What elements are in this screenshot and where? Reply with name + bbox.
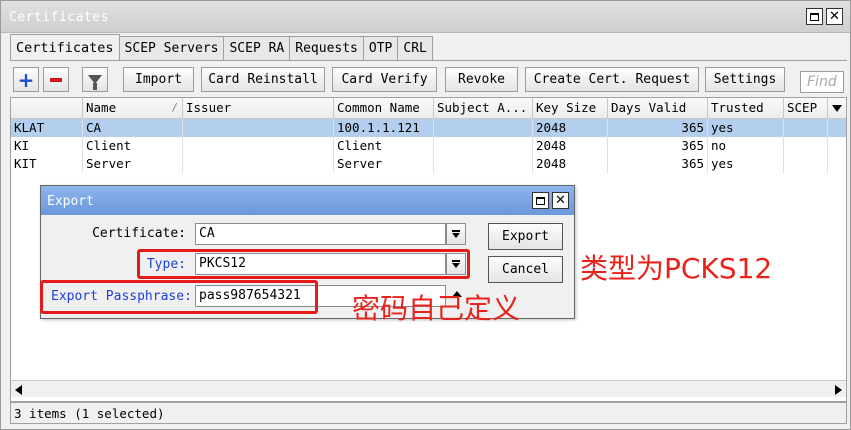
table-row[interactable]: KLAT CA 100.1.1.121 2048 365 yes [11, 119, 846, 137]
dialog-maximize-button[interactable] [532, 192, 549, 209]
cell-days-valid: 365 [608, 119, 708, 137]
tab-otp[interactable]: OTP [362, 36, 399, 60]
scroll-right-icon[interactable] [835, 385, 842, 395]
close-button[interactable]: ✕ [826, 8, 843, 25]
cell-scep [784, 155, 828, 173]
certificate-select[interactable]: CA [195, 223, 446, 245]
cell-scep [784, 137, 828, 155]
column-name-label: Name [86, 100, 117, 115]
dropdown-bar-icon [452, 260, 460, 262]
find-input[interactable]: Find [800, 71, 844, 93]
maximize-button[interactable] [806, 8, 823, 25]
table-header: Name / Issuer Common Name Subject A... Ke… [11, 98, 846, 119]
cell-name: Server [83, 155, 183, 173]
status-bar: 3 items (1 selected) [10, 402, 847, 424]
status-text: 3 items (1 selected) [14, 406, 165, 421]
cell-days-valid: 365 [608, 137, 708, 155]
cell-scep [784, 119, 828, 137]
chevron-down-icon [452, 263, 460, 268]
column-name[interactable]: Name / [83, 98, 183, 119]
cell-key-size: 2048 [533, 119, 608, 137]
window-titlebar[interactable]: Certificates ✕ [1, 1, 850, 33]
tab-bar: Certificates SCEP Servers SCEP RA Reques… [10, 34, 433, 60]
column-days-valid[interactable]: Days Valid [608, 98, 708, 119]
tab-scep-ra[interactable]: SCEP RA [223, 36, 291, 60]
dialog-title: Export [47, 194, 94, 209]
cell-trusted: yes [708, 155, 784, 173]
create-cert-request-button[interactable]: Create Cert. Request [525, 67, 699, 92]
column-menu-button[interactable] [828, 98, 846, 119]
toolbar: + Import Card Reinstall Card Verify Revo… [10, 64, 847, 94]
card-verify-button[interactable]: Card Verify [332, 67, 437, 92]
column-subject-alt[interactable]: Subject A... [434, 98, 533, 119]
table-row[interactable]: KI Client Client 2048 365 no [11, 137, 846, 155]
close-icon: ✕ [555, 193, 566, 208]
filter-button[interactable] [82, 67, 108, 92]
dropdown-bar-icon [452, 230, 460, 232]
column-issuer[interactable]: Issuer [183, 98, 334, 119]
maximize-icon [810, 12, 819, 21]
plus-icon: + [17, 67, 35, 92]
type-annotation: 类型为PCKS12 [580, 252, 773, 285]
add-button[interactable]: + [13, 67, 39, 92]
cell-subject-alt [434, 119, 533, 137]
chevron-down-icon [832, 105, 842, 112]
sort-icon: / [171, 101, 178, 114]
certificate-label: Certificate: [92, 226, 186, 241]
type-dropdown-button[interactable] [446, 253, 466, 275]
cell-issuer [183, 155, 334, 173]
settings-button[interactable]: Settings [705, 67, 785, 92]
column-flags[interactable] [11, 98, 83, 119]
cell-flags: KI [11, 137, 83, 155]
funnel-icon [88, 75, 102, 90]
export-button[interactable]: Export [488, 223, 563, 250]
tab-divider [10, 60, 847, 61]
column-scep[interactable]: SCEP [784, 98, 828, 119]
passphrase-label: Export Passphrase: [51, 289, 192, 304]
type-label: Type: [146, 257, 186, 272]
tab-certificates[interactable]: Certificates [10, 34, 120, 60]
remove-button[interactable] [43, 67, 69, 92]
close-icon: ✕ [829, 9, 840, 24]
window-title: Certificates [9, 10, 109, 25]
maximize-icon [536, 196, 545, 205]
type-select[interactable]: PKCS12 [195, 253, 446, 275]
cell-subject-alt [434, 137, 533, 155]
cell-key-size: 2048 [533, 155, 608, 173]
cell-subject-alt [434, 155, 533, 173]
dialog-titlebar[interactable]: Export ✕ [41, 186, 574, 215]
cell-common-name: 100.1.1.121 [334, 119, 434, 137]
horizontal-scrollbar[interactable] [11, 380, 846, 397]
table-row[interactable]: KIT Server Server 2048 365 yes [11, 155, 846, 173]
column-trusted[interactable]: Trusted [708, 98, 784, 119]
cell-common-name: Client [334, 137, 434, 155]
certificate-dropdown-button[interactable] [446, 223, 466, 245]
cell-issuer [183, 137, 334, 155]
import-button[interactable]: Import [123, 67, 194, 92]
cell-flags: KLAT [11, 119, 83, 137]
cancel-button[interactable]: Cancel [488, 256, 563, 283]
passphrase-annotation: 密码自己定义 [352, 292, 521, 325]
tab-scep-servers[interactable]: SCEP Servers [118, 36, 225, 60]
minus-icon [50, 77, 62, 82]
column-key-size[interactable]: Key Size [533, 98, 608, 119]
cell-key-size: 2048 [533, 137, 608, 155]
cell-trusted: no [708, 137, 784, 155]
cell-common-name: Server [334, 155, 434, 173]
tab-requests[interactable]: Requests [289, 36, 364, 60]
cell-name: Client [83, 137, 183, 155]
scroll-left-icon[interactable] [15, 385, 22, 395]
column-common-name[interactable]: Common Name [334, 98, 434, 119]
revoke-button[interactable]: Revoke [445, 67, 518, 92]
cell-flags: KIT [11, 155, 83, 173]
cell-trusted: yes [708, 119, 784, 137]
chevron-down-icon [452, 233, 460, 238]
cell-days-valid: 365 [608, 155, 708, 173]
tab-crl[interactable]: CRL [397, 36, 433, 60]
cell-name: CA [83, 119, 183, 137]
card-reinstall-button[interactable]: Card Reinstall [201, 67, 325, 92]
dialog-close-button[interactable]: ✕ [552, 192, 569, 209]
cell-issuer [183, 119, 334, 137]
